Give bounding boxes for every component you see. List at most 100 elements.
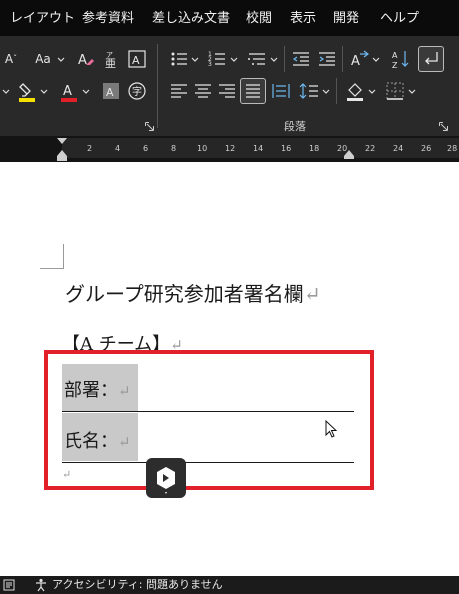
distributed-button[interactable] [270,80,292,102]
borders-button[interactable] [384,80,406,102]
svg-text:字: 字 [132,85,142,98]
svg-text:A: A [351,54,360,69]
grow-font-button[interactable]: Aˇ [2,48,20,70]
first-line-indent-marker-icon[interactable] [56,136,68,162]
multilevel-dropdown-icon[interactable] [270,56,278,64]
ribbon-tab-bar: レイアウト 参考資料 差し込み文書 校閲 表示 開発 ヘルプ [0,0,459,36]
bullets-icon [171,52,187,66]
line-spacing-icon [299,83,318,99]
align-center-icon [195,84,211,98]
tab-review[interactable]: 校閲 [246,11,272,27]
bullets-dropdown-icon[interactable] [191,56,199,64]
accessibility-icon[interactable] [34,578,48,592]
character-border-icon: A [128,50,146,68]
distributed-icon [272,84,290,98]
change-case-button[interactable]: Aa [30,48,56,70]
layout-options-icon [157,467,175,494]
highlight-dropdown-icon[interactable] [40,88,48,96]
row-separator [284,46,285,72]
paint-bucket-icon [347,83,363,101]
asian-layout-icon: A [351,50,369,69]
ruler-tick: 22 [365,144,376,153]
ruler-tick: 18 [309,144,320,153]
row-separator [336,78,337,104]
table-layout-options-button[interactable] [146,458,186,498]
tab-layout[interactable]: レイアウト [10,11,75,27]
horizontal-ruler[interactable]: 2 4 6 8 10 12 14 16 18 20 22 24 26 28 [0,136,459,162]
align-right-icon [219,84,235,98]
increase-indent-button[interactable] [316,48,338,70]
character-shading-button[interactable]: A [100,80,122,102]
enclose-characters-button[interactable]: 字 [126,80,148,102]
multilevel-list-button[interactable] [246,48,268,70]
shading-dropdown-icon[interactable] [368,88,376,96]
svg-text:A: A [392,51,398,60]
justify-button[interactable] [240,78,266,104]
paragraph-group-label: 段落 [284,120,306,133]
phonetic-guide-icon: ア 亜 [105,51,116,70]
group-separator [157,44,158,128]
decrease-indent-icon [292,52,309,66]
phonetic-guide-button[interactable]: ア 亜 [100,48,122,70]
ruler-text-area: 2 4 6 8 10 12 14 16 18 20 22 24 26 28 [62,138,459,158]
tab-mailings[interactable]: 差し込み文書 [152,11,230,27]
align-left-icon [171,84,187,98]
highlight-color-button[interactable] [16,80,38,102]
tab-view[interactable]: 表示 [290,11,316,27]
ruler-tick: 26 [421,144,432,153]
align-center-button[interactable] [192,80,214,102]
ruler-tick: 4 [115,144,121,153]
borders-dropdown-icon[interactable] [408,88,416,96]
ruler-tick: 12 [225,144,236,153]
line-spacing-dropdown-icon[interactable] [322,88,330,96]
document-stats-icon[interactable] [3,579,15,591]
font-dialog-launcher-icon[interactable] [145,122,154,131]
numbering-icon: 1 2 3 [208,51,225,68]
clear-formatting-button[interactable]: A [74,48,96,70]
ruler-tick: 14 [253,144,264,153]
decrease-indent-button[interactable] [290,48,312,70]
text-effects-dropdown-icon[interactable] [2,88,10,96]
svg-text:A: A [132,54,140,67]
tab-developer[interactable]: 開発 [333,11,359,27]
sort-icon: A Z [392,51,409,70]
tab-help[interactable]: ヘルプ [380,11,419,27]
accessibility-status[interactable]: アクセシビリティ: 問題ありません [52,579,223,591]
show-hide-marks-button[interactable] [418,46,444,72]
document-title: グループ研究参加者署名欄↵ [65,282,321,306]
font-color-button[interactable]: A [58,80,80,102]
svg-text:Z: Z [392,61,398,70]
justify-icon [246,84,260,98]
numbering-button[interactable]: 1 2 3 [206,48,228,70]
right-indent-marker-icon[interactable] [343,148,355,160]
status-bar: アクセシビリティ: 問題ありません [0,576,459,594]
svg-text:A: A [106,86,114,99]
ruler-tick: 28 [447,144,458,153]
change-case-dropdown-icon[interactable] [57,56,65,64]
document-page[interactable]: グループ研究参加者署名欄↵ 【A チーム】↵ 部署：↵ 氏名：↵ ↵ [0,162,459,576]
svg-text:A: A [78,53,87,68]
tab-references[interactable]: 参考資料 [82,11,134,27]
align-left-button[interactable] [168,80,190,102]
ribbon: Aˇ Aa A ア 亜 A A A 字 1 2 3 A A Z 段落 [0,36,459,136]
shading-button[interactable] [344,80,366,102]
ruler-tick: 16 [281,144,292,153]
character-border-button[interactable]: A [126,48,148,70]
svg-text:亜: 亜 [105,57,116,70]
highlighter-icon [19,83,35,102]
font-color-dropdown-icon[interactable] [82,88,90,96]
mouse-cursor-icon [325,420,338,438]
line-spacing-button[interactable] [298,80,320,102]
sort-button[interactable]: A Z [390,48,412,70]
bullets-button[interactable] [168,48,190,70]
font-color-icon: A [61,84,77,102]
align-right-button[interactable] [216,80,238,102]
paragraph-mark-icon [425,52,438,65]
ruler-tick: 10 [197,144,208,153]
paragraph-dialog-launcher-icon[interactable] [439,122,448,131]
asian-layout-dropdown-icon[interactable] [372,56,380,64]
numbering-dropdown-icon[interactable] [230,56,238,64]
asian-layout-button[interactable]: A [348,48,370,70]
multilevel-list-icon [248,53,265,65]
character-shading-icon: A [103,83,119,99]
